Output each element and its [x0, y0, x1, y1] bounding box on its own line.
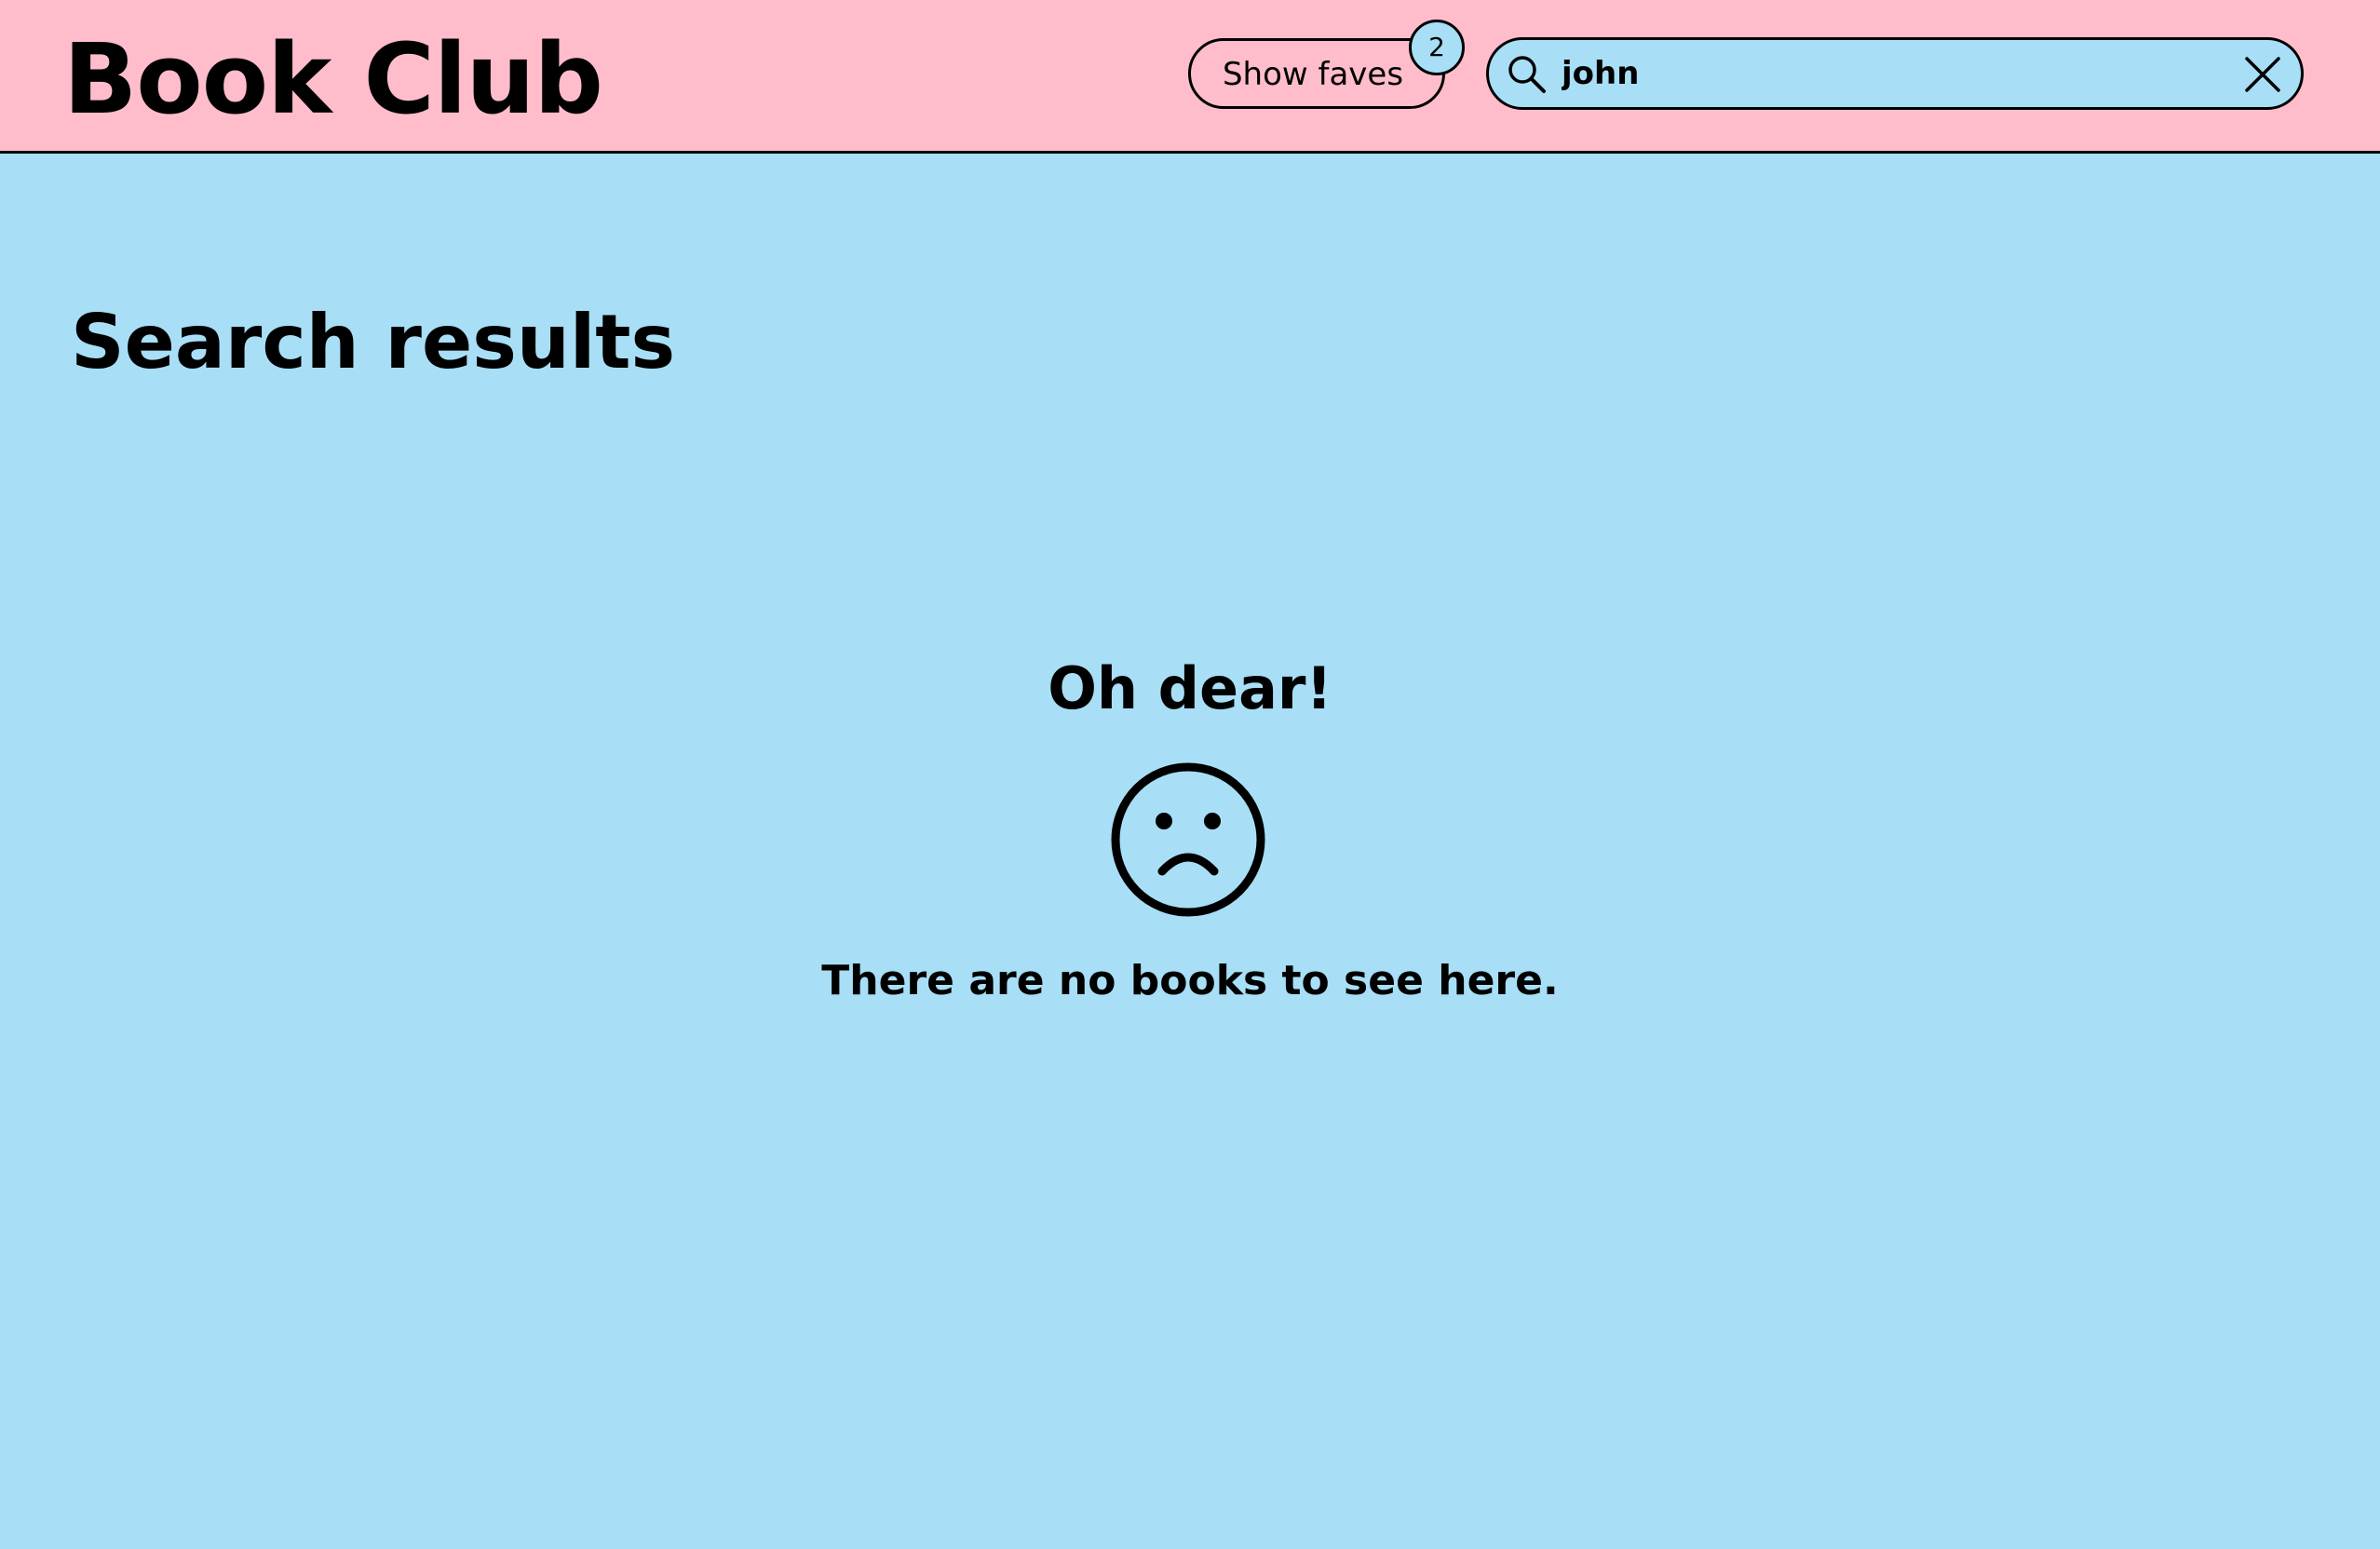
empty-state-heading: Oh dear!: [1048, 654, 1332, 722]
empty-state-message: There are no books to see here.: [821, 957, 1559, 1004]
search-input[interactable]: [1562, 47, 2195, 100]
search-icon: [1508, 56, 1546, 93]
sad-face-icon: [1111, 762, 1265, 917]
page-title: Search results: [71, 299, 676, 385]
page: Book Club Show faves 2 Search results Oh…: [0, 0, 2380, 1549]
site-logo[interactable]: Book Club: [63, 20, 603, 138]
search-bar[interactable]: [1486, 37, 2304, 110]
close-icon[interactable]: [2243, 55, 2282, 94]
faves-count-badge: 2: [1409, 20, 1465, 75]
show-faves-button[interactable]: Show faves: [1188, 38, 1445, 109]
header: Book Club Show faves 2: [0, 0, 2380, 154]
